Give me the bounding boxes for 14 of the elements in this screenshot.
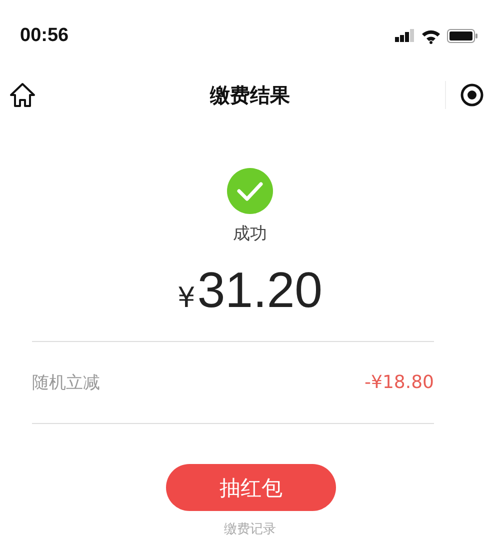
battery-icon [447, 29, 478, 43]
home-icon[interactable] [9, 82, 36, 108]
signal-icon [395, 29, 415, 43]
currency-symbol: ¥ [178, 281, 196, 314]
success-check-icon [227, 168, 273, 214]
detail-value: -¥18.80 [364, 372, 434, 393]
lucky-draw-button[interactable]: 抽红包 [166, 464, 336, 511]
detail-label: 随机立减 [32, 372, 100, 394]
payment-records-link[interactable]: 缴费记录 [224, 520, 276, 538]
page-title: 缴费结果 [208, 82, 291, 108]
amount-value: 31.20 [197, 261, 322, 319]
status-text: 成功 [233, 223, 267, 245]
status-time: 00:56 [20, 25, 69, 47]
wifi-icon [421, 28, 441, 44]
